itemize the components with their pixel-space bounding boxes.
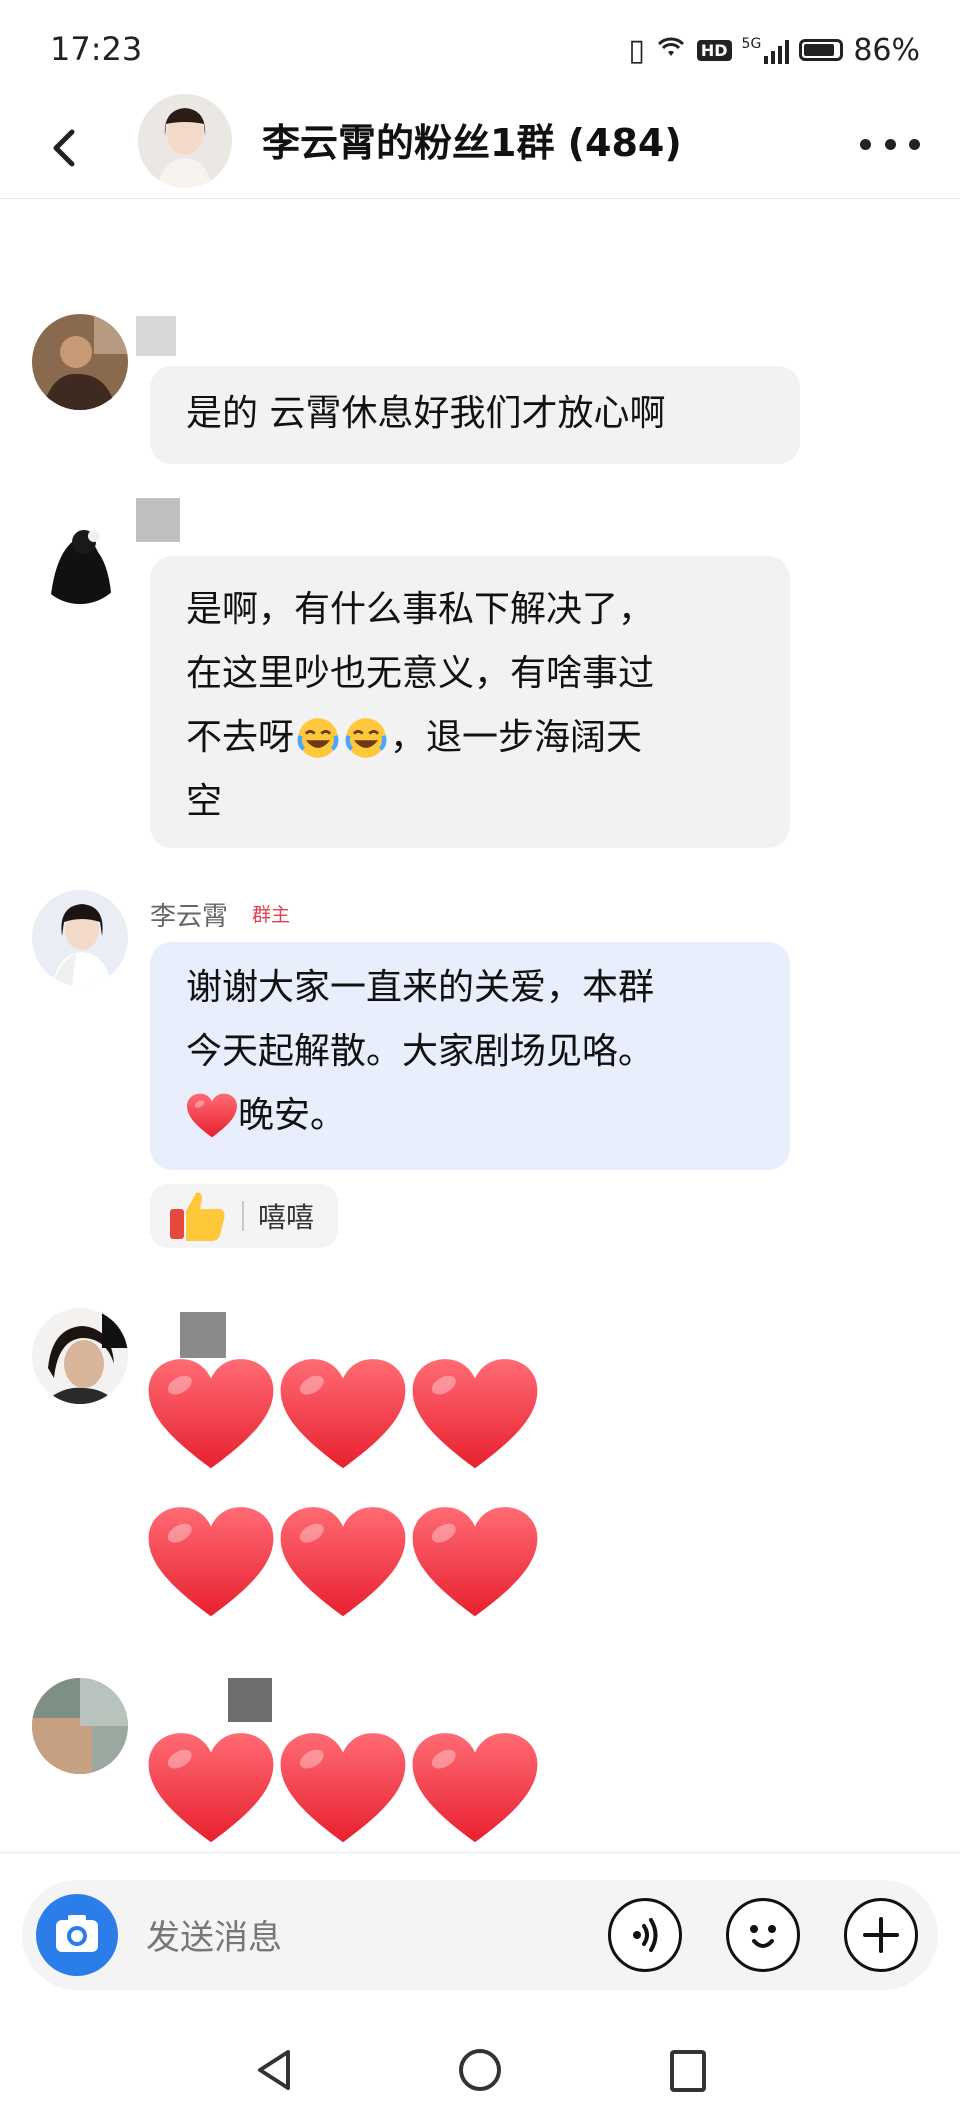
avatar[interactable]: [32, 890, 128, 986]
heart-sticker: [146, 1730, 276, 1848]
sender-name-redacted: [136, 316, 176, 356]
heart-sticker: [278, 1356, 408, 1474]
message-line-with-emoji: 晚安。: [186, 1084, 754, 1148]
message-line: 是啊，有什么事私下解决了，: [186, 589, 655, 630]
message-input-bar: 发送消息: [22, 1880, 938, 1990]
input-area-divider: [0, 1852, 960, 1853]
thumbs-up-icon: [170, 1192, 225, 1241]
message-line: 今天起解散。大家剧场见咯。: [186, 1031, 655, 1072]
more-dots-icon[interactable]: [860, 134, 920, 154]
sender-name-redacted: [136, 498, 180, 542]
message-input[interactable]: 发送消息: [146, 1910, 282, 1959]
wifi-icon: [655, 33, 687, 68]
rolling-laugh-emoji: [344, 716, 388, 760]
nav-back-icon[interactable]: [250, 2046, 298, 2094]
camera-icon[interactable]: [36, 1894, 118, 1976]
heart-sticker: [410, 1504, 540, 1622]
message-line: 晚安。: [238, 1095, 347, 1136]
group-avatar[interactable]: [138, 94, 232, 188]
battery-icon: [799, 39, 844, 61]
nav-home-icon[interactable]: [456, 2046, 504, 2094]
message-bubble[interactable]: 谢谢大家一直来的关爱，本群 今天起解散。大家剧场见咯。 晚安。: [150, 942, 790, 1170]
sender-name-redacted: [228, 1678, 272, 1722]
rolling-laugh-emoji: [296, 716, 340, 760]
avatar[interactable]: [32, 508, 128, 604]
reaction-divider: [242, 1201, 244, 1231]
message-line-with-emoji: 不去呀 ，退一步海阔天: [186, 706, 754, 770]
avatar[interactable]: [32, 1308, 128, 1404]
heart-sticker: [146, 1504, 276, 1622]
plus-icon[interactable]: [844, 1898, 918, 1972]
network-label: 5G: [741, 36, 762, 52]
avatar[interactable]: [32, 1678, 128, 1774]
signal-icon: 5G: [742, 36, 790, 64]
sticker-hearts[interactable]: [146, 1356, 546, 1636]
reaction-label: 嘻嘻: [258, 1201, 315, 1234]
sender-name: 李云霄: [150, 902, 229, 932]
status-time: 17:23: [50, 30, 143, 68]
avatar[interactable]: [32, 314, 128, 410]
sender-name-redacted: [180, 1312, 226, 1358]
message-line: 谢谢大家一直来的关爱，本群: [186, 967, 655, 1008]
message-bubble[interactable]: 是的 云霄休息好我们才放心啊: [150, 366, 800, 464]
message-line: 不去呀: [186, 717, 295, 758]
status-icons: ▯ HD 5G 86%: [628, 30, 920, 70]
hd-badge: HD: [696, 39, 732, 61]
red-heart-emoji: [186, 1092, 238, 1140]
nav-recents-icon[interactable]: [664, 2046, 712, 2094]
battery-level: 86%: [853, 32, 920, 68]
message-text: 是的 云霄休息好我们才放心啊: [186, 393, 666, 434]
heart-sticker: [146, 1356, 276, 1474]
voice-icon[interactable]: [608, 1898, 682, 1972]
vibrate-icon: ▯: [628, 32, 645, 68]
sticker-hearts[interactable]: [146, 1730, 546, 1860]
reaction-chip[interactable]: 嘻嘻: [150, 1184, 339, 1248]
heart-sticker: [410, 1730, 540, 1848]
group-title: 李云霄的粉丝1群 (484): [262, 121, 682, 165]
heart-sticker: [278, 1730, 408, 1848]
heart-sticker: [278, 1504, 408, 1622]
heart-sticker: [410, 1356, 540, 1474]
message-bubble[interactable]: 是啊，有什么事私下解决了， 在这里吵也无意义，有啥事过 不去呀 ，退一步海阔天 …: [150, 556, 790, 848]
emoji-icon[interactable]: [726, 1898, 800, 1972]
message-line: 在这里吵也无意义，有啥事过: [186, 653, 655, 694]
message-line: 空: [186, 781, 223, 822]
system-navigation-bar: [0, 2000, 960, 2123]
message-line: ，退一步海阔天: [390, 717, 643, 758]
owner-badge: 群主: [252, 904, 291, 926]
chat-header: 李云霄的粉丝1群 (484): [0, 90, 960, 199]
back-arrow-icon[interactable]: [40, 118, 90, 178]
